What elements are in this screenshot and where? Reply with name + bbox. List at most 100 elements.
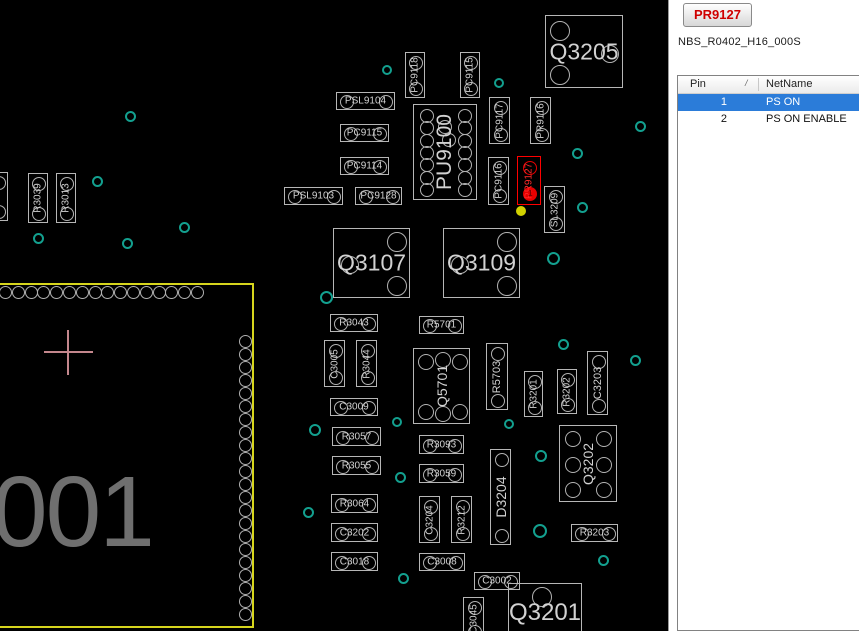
component-q3201[interactable]: Q3201 [508, 583, 582, 631]
component-r3057[interactable]: R3057 [332, 427, 381, 446]
component-q3202[interactable]: Q3202 [559, 425, 617, 502]
pin-table-body: 1 PS ON 2 PS ON ENABLE [678, 94, 859, 128]
component-q5701[interactable]: Q5701 [413, 348, 470, 424]
component-pad [591, 399, 606, 413]
via [178, 221, 190, 233]
component-refdes: C3005 [329, 348, 340, 379]
module-pad [239, 595, 252, 608]
component-refdes: R3064 [339, 498, 370, 509]
component-r3055[interactable]: R3055 [332, 456, 381, 475]
component-r5701[interactable]: R5701 [419, 316, 464, 334]
component-pc9115[interactable]: PC9115 [460, 52, 480, 98]
component-pad [491, 394, 505, 408]
component-refdes: SL3209 [549, 192, 560, 227]
module-pad [88, 286, 102, 299]
component-pc9115[interactable]: PC9115 [340, 124, 389, 142]
module-pad [239, 361, 252, 374]
pin-cell: 2 [720, 113, 727, 125]
component-r5703[interactable]: R5703 [486, 343, 508, 410]
component-pc9118[interactable]: PC9118 [405, 52, 425, 98]
pin-net-table: Pin / NetName 1 PS ON 2 PS ON ENABLE [677, 75, 859, 631]
component-pr9116[interactable]: PR9116 [530, 97, 551, 144]
component-c3009[interactable]: C3009 [330, 398, 378, 416]
component-r3203[interactable]: R3203 [571, 524, 618, 542]
refdes-button[interactable]: PR9127 [683, 3, 752, 27]
component-r3201[interactable]: R3201 [524, 371, 543, 417]
via [597, 554, 609, 566]
via [32, 232, 44, 244]
netname-column-header[interactable]: NetName [766, 78, 812, 90]
component-refdes: PC9114 [346, 160, 383, 172]
component-c3018[interactable]: C3018 [331, 552, 378, 571]
via [124, 110, 136, 122]
module-pad [239, 556, 252, 569]
yellow-marker-dot [516, 206, 526, 216]
component-unlabeled[interactable] [0, 172, 8, 221]
component-r3044[interactable]: R3044 [356, 340, 377, 387]
component-refdes: R3202 [561, 376, 573, 407]
component-refdes: PSL9103 [292, 190, 335, 202]
component-pad [497, 276, 517, 296]
component-r3064[interactable]: R3064 [331, 494, 378, 513]
module-pad [11, 286, 25, 299]
component-pad [550, 65, 570, 85]
module-pad [239, 348, 252, 361]
via [494, 78, 504, 88]
component-d3204[interactable]: D3204 [490, 449, 511, 545]
component-pc9128[interactable]: PC9128 [355, 187, 402, 205]
component-pu9100[interactable]: PU9100 [413, 104, 477, 200]
module-pad [239, 452, 252, 465]
component-refdes: PC9115 [346, 127, 383, 139]
netname-cell: PS ON ENABLE [766, 113, 847, 125]
component-r3212[interactable]: R3212 [451, 496, 472, 543]
via [121, 237, 133, 249]
component-refdes: C3203 [591, 366, 604, 400]
component-c3202[interactable]: C3202 [331, 523, 378, 542]
component-pc9117[interactable]: PC9117 [489, 97, 510, 144]
pin-table-row[interactable]: 1 PS ON [678, 94, 859, 111]
component-q3107[interactable]: Q3107 [333, 228, 410, 298]
component-refdes: PR9116 [535, 102, 546, 139]
component-pr9127[interactable]: PR9127 1 [517, 156, 541, 205]
module-pad [239, 569, 252, 582]
component-r3039[interactable]: R3039 [28, 173, 48, 223]
component-r3093[interactable]: R3093 [419, 435, 464, 454]
module-pad [239, 530, 252, 543]
component-refdes: Q3201 [508, 599, 582, 626]
component-pad [494, 453, 509, 467]
component-c3045[interactable]: C3045 [463, 597, 484, 631]
module-pad [127, 286, 140, 299]
component-r3059[interactable]: R3059 [419, 464, 464, 483]
component-pad [420, 183, 434, 197]
component-refdes: R3212 [456, 504, 467, 535]
component-refdes: R5703 [491, 360, 503, 393]
component-q3205[interactable]: Q3205 [545, 15, 623, 88]
component-r3013[interactable]: R3013 [56, 173, 76, 223]
pin-table-row[interactable]: 2 PS ON ENABLE [678, 111, 859, 128]
component-pc9116[interactable]: PC9116 [488, 157, 509, 205]
component-pc9114[interactable]: PC9114 [340, 157, 389, 175]
component-r3043[interactable]: R3043 [330, 314, 378, 332]
pcb-canvas[interactable]: 001 R3039 R3013 PSL9104 PC9118 PC9115 PC9115 PC… [0, 0, 668, 631]
module-pad [24, 286, 38, 299]
component-c3204[interactable]: C3204 [419, 496, 440, 543]
component-c3008[interactable]: C3008 [419, 553, 465, 571]
component-refdes: R3043 [339, 317, 369, 329]
component-refdes: R3055 [341, 460, 372, 471]
component-sl3209[interactable]: SL3209 [544, 186, 565, 233]
component-q3109[interactable]: Q3109 [443, 228, 520, 298]
component-refdes: R3059 [426, 468, 457, 479]
component-r3202[interactable]: R3202 [557, 369, 577, 414]
component-c3203[interactable]: C3203 [587, 351, 608, 415]
via [557, 338, 569, 350]
component-psl9104[interactable]: PSL9104 [336, 92, 395, 110]
component-psl9103[interactable]: PSL9103 [284, 187, 343, 205]
via [634, 120, 646, 132]
component-c3005[interactable]: C3005 [324, 340, 345, 387]
component-refdes: Q5701 [433, 364, 450, 408]
pin-column-header[interactable]: Pin [690, 78, 706, 90]
component-refdes: D3204 [492, 476, 509, 518]
component-refdes: R3093 [426, 439, 457, 450]
component-pad [420, 121, 434, 135]
column-divider[interactable] [758, 78, 759, 91]
